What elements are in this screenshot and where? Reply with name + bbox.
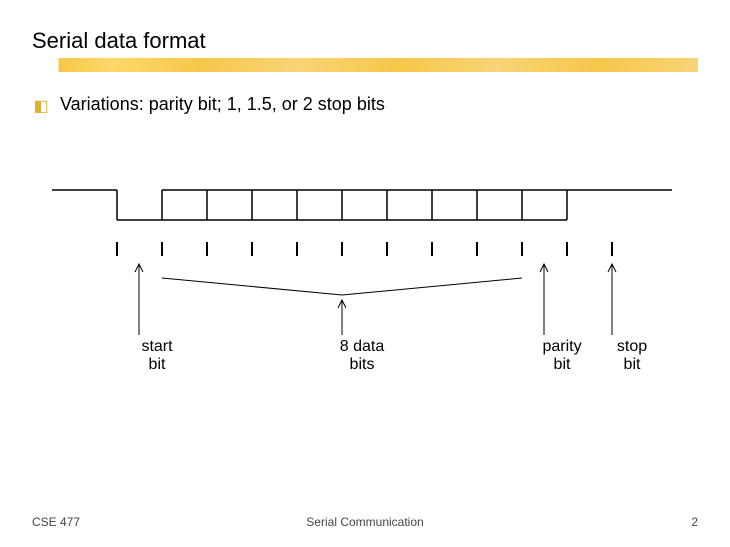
serial-frame-diagram: startbit 8 databits paritybit stopbit <box>32 160 698 390</box>
bullet-icon: ◧ <box>32 94 50 120</box>
bullet-text: Variations: parity bit; 1, 1.5, or 2 sto… <box>60 94 385 115</box>
label-start-bit: startbit <box>117 338 197 375</box>
footer-center: Serial Communication <box>306 515 423 529</box>
label-data-bits: 8 databits <box>312 338 412 375</box>
page-title: Serial data format <box>32 28 698 54</box>
footer: CSE 477 Serial Communication 2 <box>32 515 698 529</box>
bullet-row: ◧ Variations: parity bit; 1, 1.5, or 2 s… <box>32 94 698 120</box>
title-underline <box>32 58 698 72</box>
footer-page-number: 2 <box>691 515 698 529</box>
footer-left: CSE 477 <box>32 515 80 529</box>
label-parity-bit: paritybit <box>522 338 602 375</box>
slide: Serial data format ◧ Variations: parity … <box>0 0 730 547</box>
label-stop-bit: stopbit <box>592 338 672 375</box>
